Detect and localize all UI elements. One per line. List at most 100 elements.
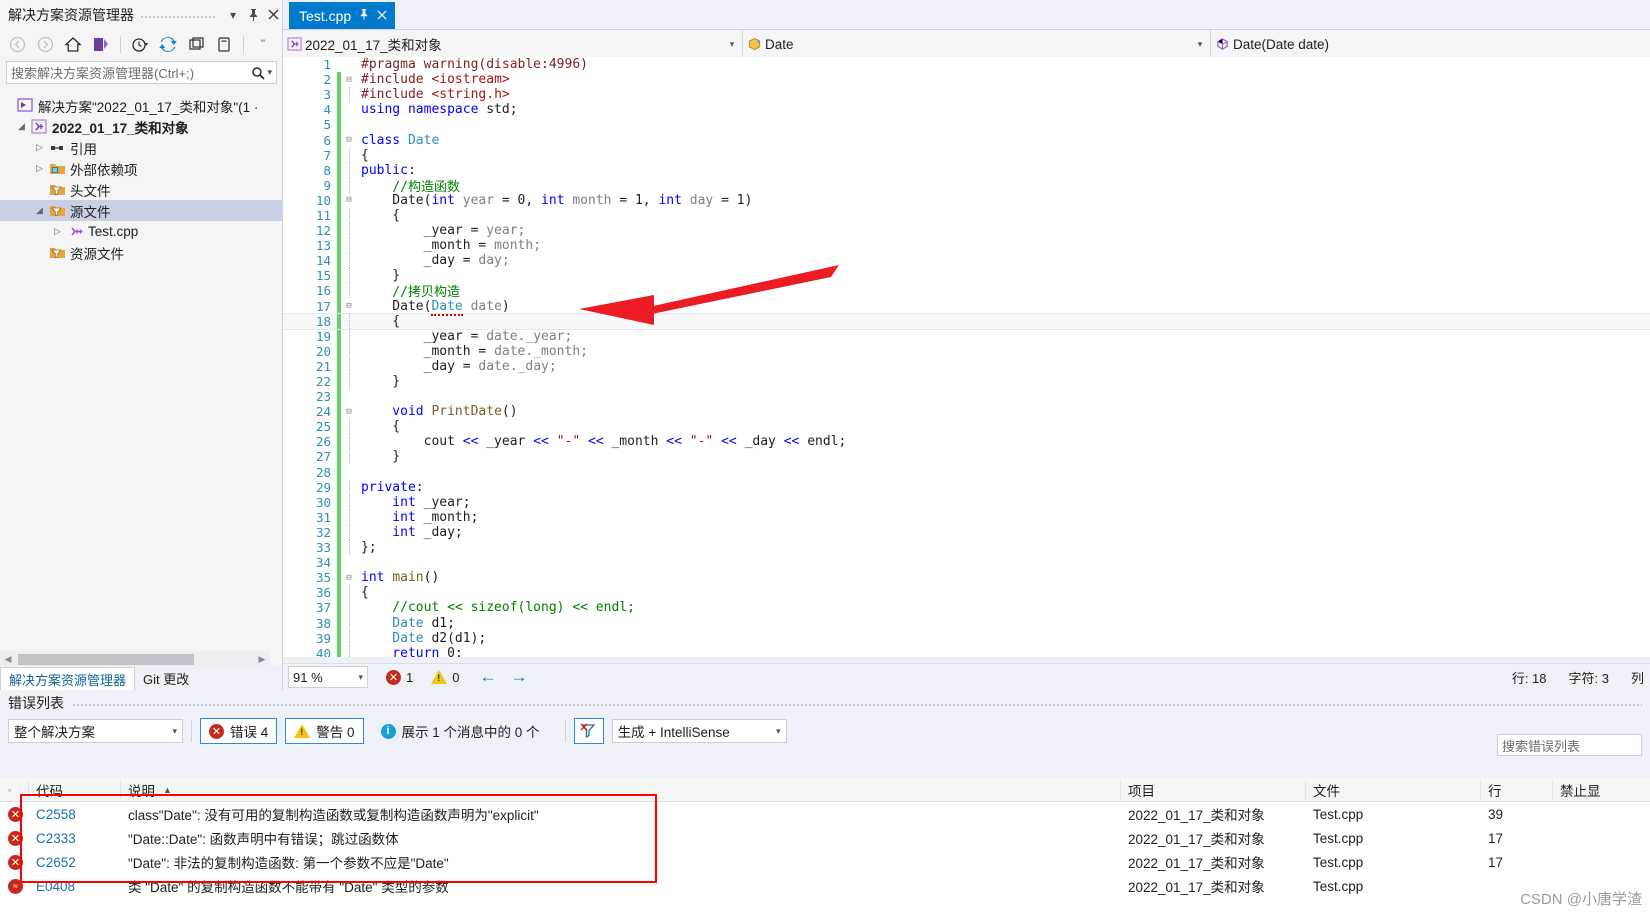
filter-errors-button[interactable]: ✕ 错误 4: [200, 718, 278, 744]
column-header-file[interactable]: 文件: [1305, 778, 1480, 802]
code-line[interactable]: 39 Date d2(d1);: [283, 630, 1650, 646]
forward-icon[interactable]: [32, 32, 58, 56]
navbar-member-dropdown[interactable]: Date(Date date): [1211, 30, 1650, 58]
column-header-code[interactable]: 代码: [28, 778, 120, 802]
code-line[interactable]: 19 _year = date._year;: [283, 328, 1650, 344]
pin-icon[interactable]: [359, 8, 369, 23]
pending-changes-icon[interactable]: [127, 32, 153, 56]
column-header-project[interactable]: 项目: [1120, 778, 1305, 802]
code-line[interactable]: 4 using namespace std;: [283, 102, 1650, 118]
code-line[interactable]: 38 Date d1;: [283, 615, 1650, 631]
code-line[interactable]: 32 int _day;: [283, 524, 1650, 540]
code-line[interactable]: 11 {: [283, 207, 1650, 224]
tree-item-source-files[interactable]: ◢ 源文件: [0, 200, 283, 221]
expander[interactable]: ▷: [32, 163, 47, 174]
tree-item-solution[interactable]: 解决方案"2022_01_17_类和对象"(1 ·: [0, 95, 283, 116]
code-line[interactable]: 2 ⊟ #include <iostream>: [283, 72, 1650, 88]
scope-dropdown[interactable]: 整个解决方案 ▾: [8, 719, 183, 743]
collapse-outline-icon[interactable]: ⊟: [341, 75, 357, 85]
close-icon[interactable]: [377, 9, 387, 23]
row-code[interactable]: C2558: [28, 802, 120, 826]
chevron-down-icon[interactable]: ▾: [776, 726, 781, 737]
table-row[interactable]: ≈ E0408 类 "Date" 的复制构造函数不能带有 "Date" 类型的参数 2…: [0, 874, 1650, 898]
code-line[interactable]: 35 ⊟ int main(): [283, 570, 1650, 586]
tree-item-resource-files[interactable]: 资源文件: [0, 242, 283, 263]
code-line[interactable]: 10 ⊟ Date(int year = 0, int month = 1, in…: [283, 192, 1650, 208]
row-code[interactable]: E0408: [28, 874, 120, 898]
table-row[interactable]: ✕ C2333 "Date::Date": 函数声明中有错误；跳过函数体 2022_0…: [0, 826, 1650, 850]
properties-icon[interactable]: '': [250, 32, 276, 56]
row-code[interactable]: C2652: [28, 850, 120, 874]
search-icon[interactable]: ▾: [251, 66, 272, 80]
filter-warnings-button[interactable]: 警告 0: [285, 718, 364, 744]
tab-solution-explorer[interactable]: 解决方案资源管理器: [0, 667, 136, 690]
tree-item-external-dependencies[interactable]: ▷ 外部依赖项: [0, 158, 283, 179]
table-row[interactable]: ✕ C2558 class"Date": 没有可用的复制构造函数或复制构造函数声明为…: [0, 802, 1650, 826]
expander[interactable]: ◢: [14, 121, 29, 132]
code-line[interactable]: 36 {: [283, 585, 1650, 601]
scroll-right-icon[interactable]: ▶: [254, 654, 270, 665]
code-line[interactable]: 6 ⊟ class Date: [283, 132, 1650, 148]
column-header-icon[interactable]: ▫: [0, 778, 28, 802]
code-line[interactable]: 37 //cout << sizeof(long) << endl;: [283, 600, 1650, 616]
arrow-left-icon[interactable]: ←: [479, 667, 496, 687]
warning-count-indicator[interactable]: 0: [431, 670, 459, 685]
code-line[interactable]: 34: [283, 555, 1650, 571]
code-line[interactable]: 27 }: [283, 449, 1650, 465]
column-header-suppress[interactable]: 禁止显: [1552, 778, 1642, 802]
build-source-dropdown[interactable]: 生成 + IntelliSense ▾: [611, 719, 787, 743]
navbar-project-dropdown[interactable]: 2022_01_17_类和对象 ▾: [283, 30, 743, 58]
column-header-description[interactable]: 说明 ▲: [120, 778, 1120, 802]
code-line[interactable]: 15 }: [283, 268, 1650, 284]
refresh-icon[interactable]: [155, 32, 181, 56]
filter-messages-button[interactable]: i 展示 1 个消息中的 0 个: [372, 718, 549, 744]
expander[interactable]: ▷: [50, 226, 65, 237]
pin-icon[interactable]: [243, 4, 263, 26]
code-line[interactable]: 17 ⊟ Date(Date date): [283, 298, 1650, 316]
code-line[interactable]: 20 _month = date._month;: [283, 343, 1650, 359]
column-header-line[interactable]: 行: [1480, 778, 1552, 802]
error-count-indicator[interactable]: ✕ 1: [386, 669, 413, 685]
chevron-down-icon[interactable]: ▾: [172, 726, 177, 737]
collapse-outline-icon[interactable]: ⊟: [341, 573, 357, 583]
code-line[interactable]: 23: [283, 389, 1650, 405]
code-line[interactable]: 26 cout << _year << "-" << _month << "-"…: [283, 434, 1650, 450]
collapse-all-icon[interactable]: [183, 32, 209, 56]
sync-with-active-document-icon[interactable]: [88, 32, 114, 56]
expander[interactable]: ▷: [32, 142, 47, 153]
arrow-right-icon[interactable]: →: [510, 667, 527, 687]
collapse-outline-icon[interactable]: ⊟: [341, 135, 357, 145]
code-line[interactable]: 33};: [283, 540, 1650, 556]
tab-git-changes[interactable]: Git 更改: [135, 667, 197, 690]
code-line[interactable]: 28: [283, 464, 1650, 480]
code-line[interactable]: 5: [283, 117, 1650, 133]
chevron-down-icon[interactable]: ▾: [223, 4, 243, 26]
navbar-type-dropdown[interactable]: Date ▾: [743, 30, 1211, 58]
code-line[interactable]: 21 _day = date._day;: [283, 358, 1650, 374]
show-all-files-icon[interactable]: [211, 32, 237, 56]
collapse-outline-icon[interactable]: ⊟: [341, 407, 357, 417]
scroll-thumb[interactable]: [18, 654, 194, 665]
code-line[interactable]: 14 _day = day;: [283, 253, 1650, 269]
code-line[interactable]: 40 return 0;: [283, 645, 1650, 657]
code-line[interactable]: 1 #pragma warning(disable:4996): [283, 57, 1650, 72]
chevron-down-icon[interactable]: ▾: [722, 39, 742, 50]
code-line[interactable]: 3 #include <string.h>: [283, 87, 1650, 103]
zoom-level-dropdown[interactable]: 91 % ▾: [288, 666, 368, 688]
search-input[interactable]: 搜索解决方案资源管理器(Ctrl+;) ▾: [6, 61, 277, 84]
collapse-outline-icon[interactable]: ⊟: [341, 301, 357, 311]
scroll-left-icon[interactable]: ◀: [0, 654, 16, 665]
home-icon[interactable]: [60, 32, 86, 56]
document-tab-test-cpp[interactable]: Test.cpp: [289, 2, 396, 29]
code-line[interactable]: 12 _year = year;: [283, 223, 1650, 239]
code-line[interactable]: 30 int _year;: [283, 494, 1650, 510]
close-icon[interactable]: [263, 4, 283, 26]
code-line[interactable]: 18 {: [283, 312, 1650, 330]
code-line[interactable]: 24 ⊟ void PrintDate(): [283, 404, 1650, 420]
code-line[interactable]: 13 _month = month;: [283, 238, 1650, 254]
code-line[interactable]: 7{: [283, 147, 1650, 163]
error-search-input[interactable]: 搜索错误列表: [1497, 734, 1642, 756]
code-editor[interactable]: 1 #pragma warning(disable:4996) 2 ⊟ #include…: [283, 57, 1650, 657]
chevron-down-icon[interactable]: ▾: [358, 672, 363, 683]
code-line[interactable]: 9 //构造函数: [283, 177, 1650, 195]
